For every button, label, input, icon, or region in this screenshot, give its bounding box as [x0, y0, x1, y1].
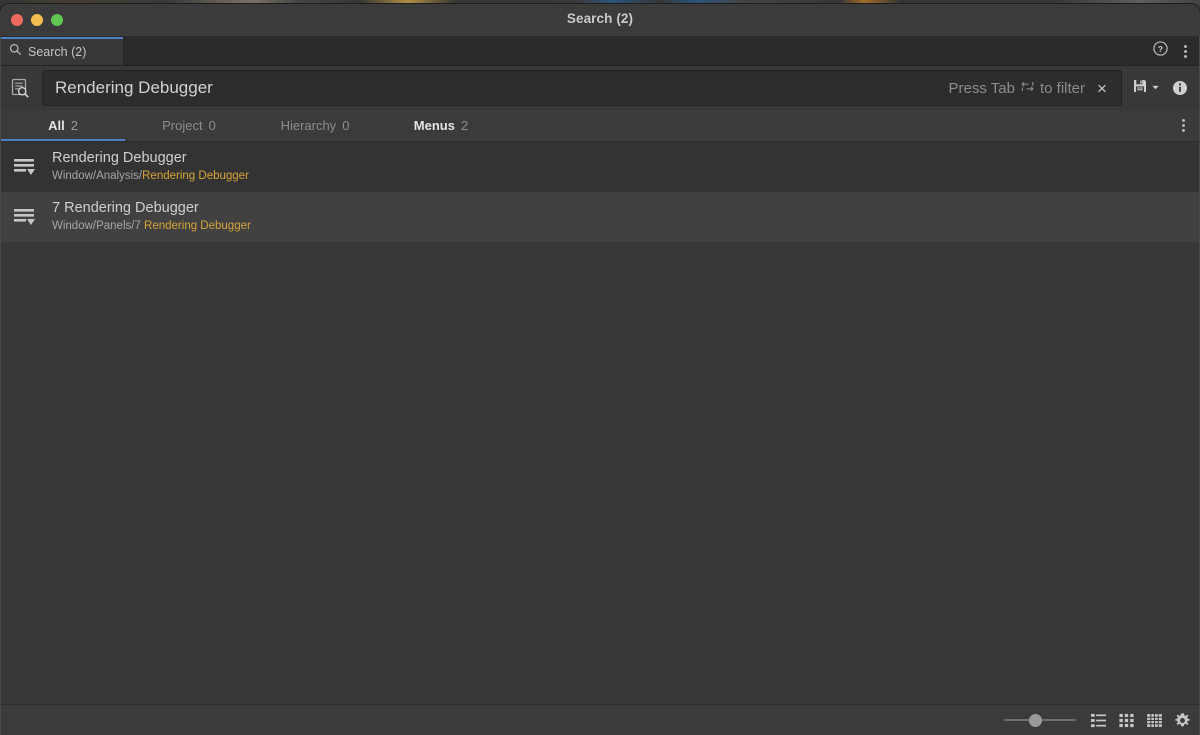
search-filter-hint: Press Tab to filter [949, 80, 1085, 97]
result-path: Window/Analysis/Rendering Debugger [52, 170, 249, 183]
dock-tab-label: Search (2) [28, 45, 87, 59]
search-hint-prefix: Press Tab [948, 79, 1015, 97]
result-path: Window/Panels/7 Rendering Debugger [52, 220, 251, 233]
table-view-icon[interactable] [1144, 710, 1164, 730]
tab-menus[interactable]: Menus 2 [378, 110, 504, 141]
tab-menus-count: 2 [460, 118, 469, 133]
tab-menus-label: Menus [413, 118, 455, 133]
clear-search-button[interactable]: × [1093, 79, 1111, 97]
tab-project-count: 0 [208, 118, 216, 133]
tab-project-label: Project [162, 118, 203, 133]
search-results-list: Rendering Debugger Window/Analysis/Rende… [0, 142, 1200, 712]
titlebar-actions: ? [1153, 37, 1192, 65]
result-title: Rendering Debugger [52, 150, 187, 167]
list-view-icon[interactable] [1088, 710, 1108, 730]
window-title: Search (2) [566, 11, 634, 26]
search-input[interactable]: Rendering Debugger Press Tab to filter × [42, 70, 1122, 106]
gear-icon[interactable] [1172, 710, 1192, 730]
svg-text:?: ? [1158, 44, 1163, 54]
tab-hierarchy-count: 0 [342, 118, 350, 133]
table-row[interactable]: 7 Rendering Debugger Window/Panels/7 Ren… [0, 192, 1200, 242]
tab-all-count: 2 [70, 118, 78, 133]
kebab-menu-icon[interactable] [1176, 119, 1190, 132]
search-window: Search (2) Search (2) ? Rendering Debugg… [0, 4, 1200, 735]
provider-tabs-menu[interactable] [1176, 110, 1190, 141]
info-icon[interactable] [1170, 78, 1190, 98]
search-icon [9, 43, 22, 61]
dock-tab-strip: Search (2) ? [0, 37, 1200, 66]
provider-tabs: All 2 Project 0 Hierarchy 0 Menus 2 [0, 110, 1200, 142]
kebab-menu-icon[interactable] [1178, 44, 1192, 58]
tab-all-label: All [48, 118, 65, 133]
window-border-left [0, 36, 1, 735]
result-path-highlight: Rendering Debugger [144, 220, 251, 233]
result-text: Rendering Debugger Window/Analysis/Rende… [52, 150, 249, 183]
save-floppy-icon [1132, 78, 1148, 99]
window-titlebar: Search (2) [0, 4, 1200, 37]
search-input-value: Rendering Debugger [55, 78, 213, 97]
tab-project[interactable]: Project 0 [126, 110, 252, 141]
chevron-down-icon [1151, 79, 1160, 97]
result-path-prefix: Window/Analysis/ [52, 170, 143, 183]
tab-hierarchy-label: Hierarchy [280, 118, 337, 133]
save-search-button[interactable] [1130, 78, 1162, 99]
result-title: 7 Rendering Debugger [52, 200, 199, 217]
menu-item-icon [10, 152, 40, 182]
result-path-highlight: Rendering Debugger [142, 170, 249, 183]
dock-tab-search[interactable]: Search (2) [1, 37, 123, 65]
zoom-slider[interactable] [1004, 713, 1076, 727]
menu-item-icon [10, 202, 40, 232]
result-path-prefix: Window/Panels/7 [52, 220, 145, 233]
search-bar-row: Rendering Debugger Press Tab to filter × [0, 66, 1200, 110]
tab-key-icon [1020, 80, 1035, 97]
grid-view-icon[interactable] [1116, 710, 1136, 730]
help-circle-icon[interactable]: ? [1153, 41, 1168, 61]
tab-hierarchy[interactable]: Hierarchy 0 [252, 110, 378, 141]
search-document-icon[interactable] [6, 74, 34, 102]
status-bar [0, 704, 1200, 735]
zoom-slider-handle[interactable] [1029, 713, 1042, 727]
search-hint-suffix: to filter [1039, 79, 1085, 97]
table-row[interactable]: Rendering Debugger Window/Analysis/Rende… [0, 142, 1200, 192]
result-text: 7 Rendering Debugger Window/Panels/7 Ren… [52, 200, 251, 233]
tab-all[interactable]: All 2 [0, 110, 126, 141]
